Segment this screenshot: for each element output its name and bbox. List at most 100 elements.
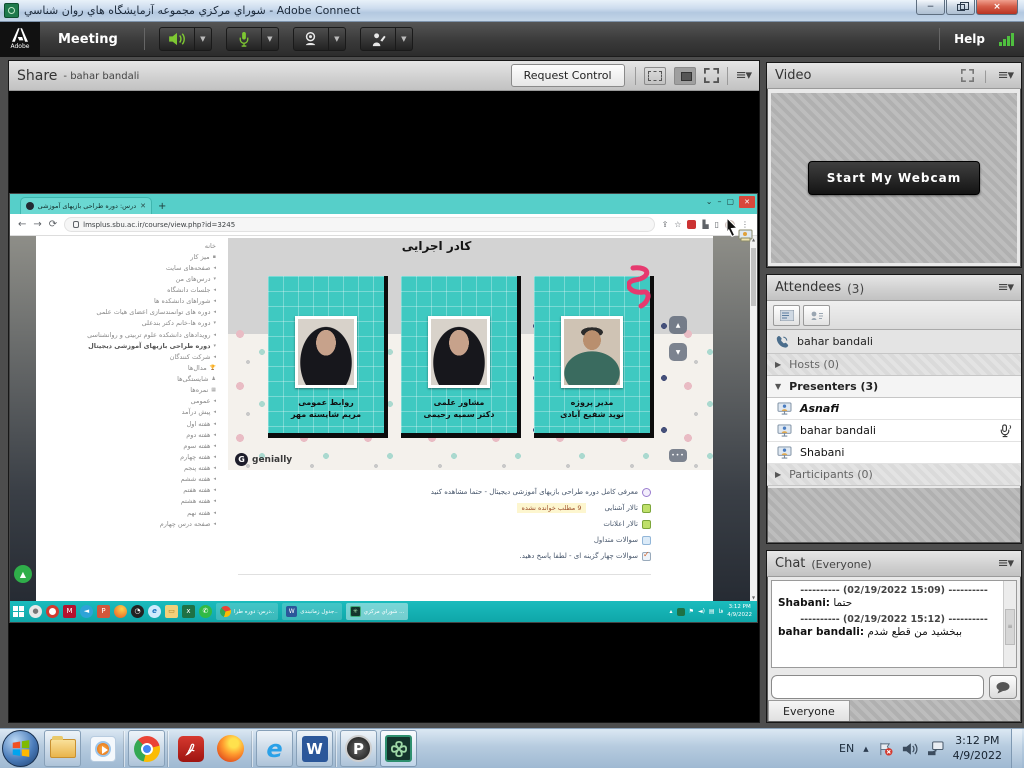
sidebar-item[interactable]: ◂هفته نهم <box>38 507 218 518</box>
shared-clock[interactable]: 3:12 PM 4/9/2022 <box>727 604 754 618</box>
chat-scrollbar[interactable]: ≡ <box>1003 581 1016 667</box>
shared-start-button[interactable] <box>13 606 25 618</box>
shared-connect-window-button[interactable]: ✳ ... شوراي مركزي <box>346 603 409 620</box>
microphone-button[interactable] <box>226 27 262 51</box>
scroll-down-icon[interactable]: ▼ <box>750 595 757 600</box>
webcam-button[interactable] <box>293 27 329 51</box>
layout-toggle-button[interactable] <box>644 67 666 85</box>
sidebar-item[interactable]: ◂جلسات دانشگاه <box>38 285 218 296</box>
attendee-card-view-button[interactable] <box>803 305 830 326</box>
adblock-extension-icon[interactable] <box>687 220 696 229</box>
sidebar-item[interactable]: ◂هفته ششم <box>38 474 218 485</box>
shared-volume-icon[interactable]: ◄) <box>698 609 705 615</box>
speaker-button[interactable] <box>159 27 195 51</box>
help-menu[interactable]: Help <box>954 32 985 46</box>
attendees-pod-menu-icon[interactable]: ≡▾ <box>998 280 1013 295</box>
taskbar-clock[interactable]: 3:12 PM 4/9/2022 <box>953 734 1002 764</box>
minimize-button[interactable]: − <box>916 0 945 15</box>
scroll-to-top-button[interactable]: ▲ <box>14 565 32 583</box>
presenter-row[interactable]: bahar bandali <box>767 420 1021 442</box>
genially-prev-button[interactable]: ▲ <box>669 316 687 334</box>
course-item-forum[interactable]: تالار آشنایی 9 مطلب خوانده نشده <box>238 500 651 516</box>
shared-chrome-window-button[interactable]: ..درس: دوره طرا <box>216 603 278 620</box>
firefox-icon[interactable] <box>114 605 127 618</box>
sidebar-item[interactable]: ◂هفته پنجم <box>38 463 218 474</box>
sidebar-item[interactable]: ◂هفته دوم <box>38 429 218 440</box>
course-item-faq[interactable]: سوالات متداول <box>238 532 651 548</box>
sidebar-item[interactable]: ◂عمومی <box>38 396 218 407</box>
course-item-announcements[interactable]: تالار اعلانات <box>238 516 651 532</box>
speaker-dropdown[interactable]: ▼ <box>195 27 212 51</box>
sidebar-item[interactable]: ◂صفحه‌های سایت <box>38 262 218 273</box>
network-icon[interactable] <box>927 741 944 756</box>
extensions-puzzle-icon[interactable]: ▙ <box>702 221 708 229</box>
ie-icon[interactable]: e <box>148 605 161 618</box>
reload-icon[interactable]: ⟳ <box>49 220 57 230</box>
webcam-dropdown[interactable]: ▼ <box>329 27 346 51</box>
sidebar-item[interactable]: 🏆مدال‌ها <box>38 362 218 373</box>
microphone-dropdown[interactable]: ▼ <box>262 27 279 51</box>
picsart-icon[interactable]: P <box>97 605 110 618</box>
sidebar-item[interactable]: ◂رویدادهای دانشکده علوم تربیتی و روانشنا… <box>38 329 218 340</box>
sidebar-item[interactable]: ▾درس‌های من <box>38 273 218 284</box>
sidebar-item[interactable]: ◂پیش درآمد <box>38 407 218 418</box>
layout-toggle-pressed-button[interactable] <box>674 67 696 85</box>
volume-icon[interactable] <box>902 742 918 756</box>
back-icon[interactable]: ← <box>18 220 26 230</box>
browser-scrollbar[interactable]: ▲ ▼ <box>750 236 757 601</box>
forward-icon[interactable]: → <box>33 220 41 230</box>
sidebar-item[interactable]: ◂شرکت کنندگان <box>38 351 218 362</box>
shared-hidden-icons[interactable]: ▴ <box>670 609 673 615</box>
obs-red-app-icon[interactable] <box>46 605 59 618</box>
sidebar-item[interactable]: ◂دوره های توانمندسازی اعضای هیات علمی <box>38 307 218 318</box>
bookmark-star-icon[interactable]: ☆ <box>674 221 681 229</box>
taskbar-acrobat-button[interactable] <box>172 730 209 767</box>
start-webcam-button[interactable]: Start My Webcam <box>808 161 981 195</box>
shared-flag-icon[interactable]: ⚑ <box>689 609 694 615</box>
telegram-icon[interactable]: ◄ <box>80 605 93 618</box>
browser-restore-button[interactable]: ▢ <box>726 198 734 206</box>
shared-word-window-button[interactable]: W ..جدول زمانبندی <box>282 603 342 620</box>
tray-excel-icon[interactable] <box>677 608 685 616</box>
fullscreen-icon[interactable] <box>704 68 719 83</box>
hidden-icons-button[interactable]: ▲ <box>863 745 868 753</box>
chat-input[interactable] <box>771 675 984 699</box>
browser-minimize-button[interactable]: – <box>717 198 721 206</box>
taskbar-explorer-button[interactable] <box>44 730 81 767</box>
sidebar-item[interactable]: ♟شایستگی‌ها <box>38 374 218 385</box>
presenter-row[interactable]: Shabani <box>767 442 1021 464</box>
address-bar[interactable]: lmsplus.sbu.ac.ir/course/view.php?id=324… <box>64 217 654 232</box>
share-pod-menu-icon[interactable]: ≡▾ <box>736 68 751 83</box>
genially-next-button[interactable]: ▼ <box>669 343 687 361</box>
dialin-attendee-row[interactable]: bahar bandali <box>767 330 1021 354</box>
course-item-intro[interactable]: معرفی کامل دوره طراحی بازیهای آموزشی دیج… <box>238 484 651 500</box>
taskbar-media-player-button[interactable] <box>84 730 121 767</box>
shared-network-icon[interactable]: ▤ <box>709 609 715 615</box>
action-center-flag-icon[interactable] <box>878 742 893 756</box>
participants-group-header[interactable]: ▶ Participants (0) <box>767 464 1021 486</box>
recorder-app-icon[interactable]: ● <box>29 605 42 618</box>
genially-options-button[interactable]: ••• <box>669 449 687 462</box>
sidebar-item[interactable]: ◂شوراهای دانشکده ها <box>38 296 218 307</box>
hosts-group-header[interactable]: ▶ Hosts (0) <box>767 354 1021 376</box>
taskbar-psiphon-button[interactable]: P <box>340 730 377 767</box>
obs-dark-app-icon[interactable]: ◔ <box>131 605 144 618</box>
browser-user-chevron-icon[interactable]: ⌄ <box>706 198 713 206</box>
sidebar-item[interactable]: ◂هفته هشتم <box>38 496 218 507</box>
chat-send-button[interactable] <box>989 675 1017 699</box>
close-button[interactable]: × <box>976 0 1018 15</box>
chat-pod-menu-icon[interactable]: ≡▾ <box>998 556 1013 571</box>
meeting-menu[interactable]: Meeting <box>40 32 144 47</box>
excel-icon[interactable]: x <box>182 605 195 618</box>
taskbar-firefox-button[interactable] <box>212 730 249 767</box>
share-page-icon[interactable]: ⇪ <box>662 221 669 229</box>
chat-scrollbar-thumb[interactable]: ≡ <box>1005 609 1015 645</box>
restore-button[interactable] <box>946 0 975 15</box>
sidebar-item[interactable]: ▪میز کار <box>38 251 218 262</box>
taskbar-connect-button[interactable] <box>380 730 417 767</box>
raise-hand-button[interactable] <box>360 27 396 51</box>
sidebar-item[interactable]: ▦نمره‌ها <box>38 385 218 396</box>
m-app-icon[interactable]: M <box>63 605 76 618</box>
attendee-list-view-button[interactable] <box>773 305 800 326</box>
request-control-button[interactable]: Request Control <box>511 64 625 87</box>
